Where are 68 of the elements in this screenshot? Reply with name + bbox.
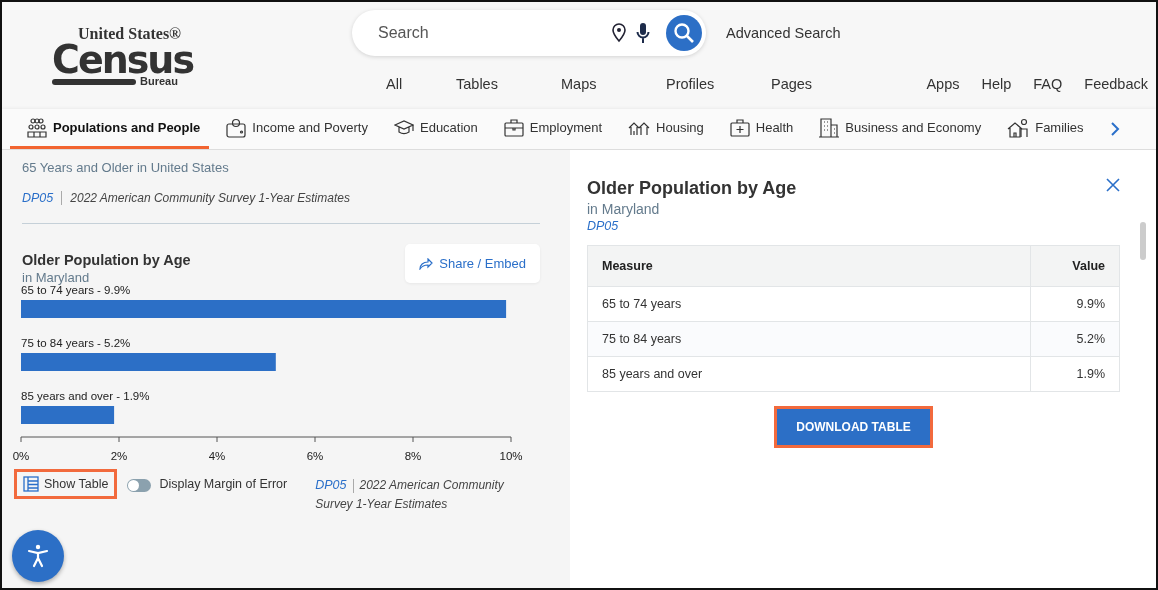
panel-title: Older Population by Age xyxy=(587,178,797,199)
chart-title: Older Population by Age xyxy=(22,252,191,268)
chart-subtitle: in Maryland xyxy=(22,270,91,285)
axis-tick-label: 8% xyxy=(404,450,422,462)
search-bar[interactable]: Search xyxy=(352,10,706,56)
family-house-icon xyxy=(1007,117,1030,138)
bar-label: 65 to 74 years - 9.9% xyxy=(21,284,131,296)
advanced-search-link[interactable]: Advanced Search xyxy=(726,25,841,41)
wallet-icon xyxy=(226,117,247,138)
table-cell: 9.9% xyxy=(1030,286,1120,322)
axis-tick-label: 6% xyxy=(306,450,324,462)
toggle-label: Display Margin of Error xyxy=(159,477,288,491)
axis-tick-label: 4% xyxy=(208,450,226,462)
table-code-link[interactable]: DP05 xyxy=(587,219,797,233)
table-icon xyxy=(23,476,39,492)
nav-link[interactable]: Maps xyxy=(561,76,666,92)
accessibility-button[interactable] xyxy=(12,530,64,582)
panel-subtitle: in Maryland xyxy=(587,201,661,217)
nav-link[interactable]: Pages xyxy=(771,76,876,92)
nav-link[interactable]: Profiles xyxy=(666,76,771,92)
axis-tick-label: 0% xyxy=(12,450,30,462)
nav-link[interactable]: Help xyxy=(981,76,1012,92)
topic-tab[interactable]: Health xyxy=(712,109,803,149)
column-header: Value xyxy=(1030,245,1120,287)
source-citation: DP05 2022 American Community Survey 1-Year Estimates xyxy=(315,477,505,513)
topic-tab[interactable]: Families xyxy=(990,109,1093,149)
column-header: Measure xyxy=(587,245,1031,287)
axis-tick-label: 10% xyxy=(499,450,523,462)
nav-link[interactable]: Apps xyxy=(926,76,960,92)
margin-toggle[interactable] xyxy=(127,479,152,492)
table-code-link[interactable]: DP05 xyxy=(315,478,347,492)
table-cell: 5.2% xyxy=(1030,321,1120,357)
topic-tab[interactable]: Employment xyxy=(486,109,612,149)
topic-tab[interactable]: Business and Economy xyxy=(802,109,991,149)
close-icon[interactable] xyxy=(1106,178,1120,192)
search-icon xyxy=(673,22,695,44)
topic-tab[interactable]: Housing xyxy=(611,109,713,149)
location-pin-icon[interactable] xyxy=(612,23,626,43)
search-button[interactable] xyxy=(666,15,702,51)
axis-tick-label: 2% xyxy=(110,450,128,462)
search-field[interactable]: Search xyxy=(376,23,602,43)
bar-label: 85 years and over - 1.9% xyxy=(21,390,150,402)
source-name: 2022 American Community Survey 1-Year Estimates xyxy=(70,191,350,205)
stat-caption: 65 Years and Older in United States xyxy=(22,160,230,175)
scrollbar-thumb[interactable] xyxy=(1140,222,1146,260)
building-icon xyxy=(819,117,840,138)
people-icon xyxy=(27,117,47,138)
briefcase-icon xyxy=(503,118,524,137)
table-cell: 1.9% xyxy=(1030,356,1120,392)
topic-tab[interactable]: Education xyxy=(377,109,487,149)
show-table-button[interactable]: Show Table xyxy=(14,469,118,499)
nav-link[interactable]: FAQ xyxy=(1033,76,1063,92)
microphone-icon[interactable] xyxy=(636,22,650,44)
nav-link[interactable]: All xyxy=(386,76,456,92)
accessibility-person-icon xyxy=(27,544,49,568)
table-cell: 65 to 74 years xyxy=(587,286,1031,322)
graduation-cap-icon xyxy=(394,119,414,136)
first-aid-kit-icon xyxy=(729,118,750,137)
table-cell: 75 to 84 years xyxy=(587,321,1031,357)
nav-link[interactable]: Feedback xyxy=(1084,76,1148,92)
table-cell: 85 years and over xyxy=(587,356,1031,392)
share-arrow-icon xyxy=(419,257,434,270)
bar-label: 75 to 84 years - 5.2% xyxy=(21,337,131,349)
download-table-button[interactable]: DOWNLOAD TABLE xyxy=(774,406,933,448)
nav-link[interactable]: Tables xyxy=(456,76,561,92)
table-code-link[interactable]: DP05 xyxy=(22,191,54,205)
topic-tab[interactable]: Income and Poverty xyxy=(209,109,377,149)
share-embed-button[interactable]: Share / Embed xyxy=(405,244,540,283)
